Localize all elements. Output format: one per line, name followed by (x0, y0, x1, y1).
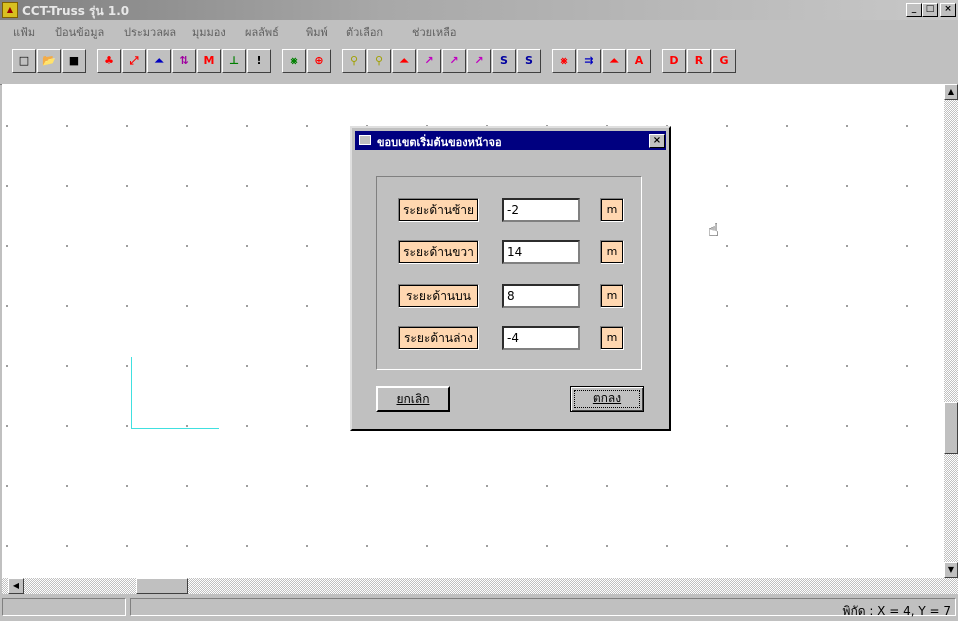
screen-bounds-dialog: ขอบเขตเริ่มต้นของหน้าจอ × ระยะด้านซ้าย -… (350, 126, 671, 431)
left-bound-input[interactable]: -2 (502, 198, 580, 222)
deformed-icon[interactable]: ⏶ (392, 49, 416, 73)
bottom-bound-label: ระยะด้านล่าง (398, 326, 479, 350)
axis-line-horizontal (131, 428, 219, 429)
horizontal-scroll-thumb[interactable] (136, 578, 188, 594)
right-bound-input[interactable]: 14 (502, 240, 580, 264)
reaction-icon[interactable]: ⏶ (602, 49, 626, 73)
title-bar[interactable]: ▲ CCT-Truss รุ่น 1.0 _ □ × (0, 0, 958, 20)
app-icon[interactable]: ▲ (2, 2, 18, 18)
run-icon[interactable]: ! (247, 49, 271, 73)
axis-line-vertical (131, 357, 132, 429)
menu-print[interactable]: พิมพ์ (306, 23, 328, 41)
member-icon[interactable]: ⤢ (122, 49, 146, 73)
left-bound-label: ระยะด้านซ้าย (398, 198, 479, 222)
status-bar: พิกัด : X = 4, Y = 7 (0, 596, 958, 618)
close-window-button[interactable]: × (940, 3, 956, 17)
graph-2-icon[interactable]: ↗ (442, 49, 466, 73)
top-bound-label: ระยะด้านบน (398, 284, 479, 308)
force-icon[interactable]: ⇉ (577, 49, 601, 73)
dialog-title-bar[interactable]: ขอบเขตเริ่มต้นของหน้าจอ × (355, 131, 666, 150)
menu-view[interactable]: มุมมอง (192, 23, 226, 41)
node-icon[interactable]: ♣ (97, 49, 121, 73)
bottom-bound-input[interactable]: -4 (502, 326, 580, 350)
cancel-button[interactable]: ยกเลิก (376, 386, 450, 412)
dialog-title: ขอบเขตเริ่มต้นของหน้าจอ (377, 136, 502, 149)
right-bound-unit: m (600, 240, 624, 264)
status-coordinates: พิกัด : X = 4, Y = 7 (842, 604, 951, 618)
new-icon[interactable]: □ (12, 49, 36, 73)
bottom-bound-unit: m (600, 326, 624, 350)
scroll-left-icon[interactable]: ◀ (8, 578, 24, 594)
menu-input[interactable]: ป้อนข้อมูล (55, 23, 104, 41)
section-icon[interactable]: ⊥ (222, 49, 246, 73)
left-bound-unit: m (600, 198, 624, 222)
menu-help[interactable]: ช่วยเหลือ (412, 23, 456, 41)
toolbar: □ 📂 ■ ♣ ⤢ ⏶ ⇅ M ⊥! ⨳ ⊕ ⚲ ⚲ ⏶ ↗ ↗ ↗ S S ⨳ ⇉ ⏶ A D R G (0, 46, 958, 85)
vertical-scroll-thumb[interactable] (944, 402, 958, 454)
top-bound-unit: m (600, 284, 624, 308)
dialog-close-button[interactable]: × (649, 134, 665, 148)
top-bound-input[interactable]: 8 (502, 284, 580, 308)
vertical-scrollbar[interactable] (944, 84, 958, 578)
dialog-window-icon (359, 135, 371, 145)
truss-icon[interactable]: ⨳ (282, 49, 306, 73)
window-title: CCT-Truss รุ่น 1.0 (22, 4, 130, 18)
minimize-button[interactable]: _ (906, 3, 922, 17)
graph-1-icon[interactable]: ↗ (417, 49, 441, 73)
report-g-icon[interactable]: G (712, 49, 736, 73)
hand-cursor-icon: ☝ (708, 220, 719, 241)
save-icon[interactable]: ■ (62, 49, 86, 73)
zoom-in-icon[interactable]: ⚲ (342, 49, 366, 73)
scroll-down-icon[interactable]: ▼ (944, 562, 958, 578)
ok-button[interactable]: ตกลง (570, 386, 644, 412)
menu-options[interactable]: ตัวเลือก (346, 23, 383, 41)
area-icon[interactable]: A (627, 49, 651, 73)
scale-1-icon[interactable]: S (492, 49, 516, 73)
center-icon[interactable]: ⊕ (307, 49, 331, 73)
open-icon[interactable]: 📂 (37, 49, 61, 73)
right-bound-label: ระยะด้านขวา (398, 240, 479, 264)
menu-results[interactable]: ผลลัพธ์ (245, 23, 279, 41)
moment-icon[interactable]: M (197, 49, 221, 73)
scale-2-icon[interactable]: S (517, 49, 541, 73)
menu-bar: แฟ้ม ป้อนข้อมูล ประมวลผล มุมมอง ผลลัพธ์ … (0, 20, 958, 40)
frame-icon[interactable]: ⨳ (552, 49, 576, 73)
maximize-button[interactable]: □ (922, 3, 938, 17)
status-panel-2: พิกัด : X = 4, Y = 7 (130, 598, 956, 618)
zoom-out-icon[interactable]: ⚲ (367, 49, 391, 73)
report-d-icon[interactable]: D (662, 49, 686, 73)
support-icon[interactable]: ⏶ (147, 49, 171, 73)
menu-process[interactable]: ประมวลผล (124, 23, 176, 41)
report-r-icon[interactable]: R (687, 49, 711, 73)
graph-3-icon[interactable]: ↗ (467, 49, 491, 73)
scroll-up-icon[interactable]: ▲ (944, 84, 958, 100)
load-icon[interactable]: ⇅ (172, 49, 196, 73)
menu-file[interactable]: แฟ้ม (13, 23, 35, 41)
status-panel-1 (2, 598, 126, 616)
